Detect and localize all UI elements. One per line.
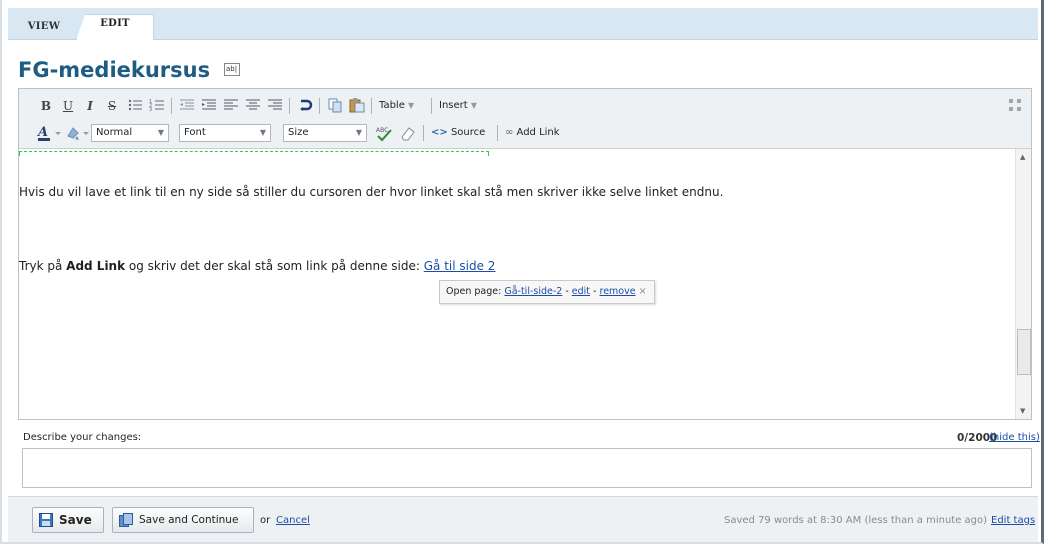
- popup-separator: -: [590, 286, 600, 297]
- table-menu[interactable]: Table ▼: [379, 99, 414, 113]
- toolbar-separator: [497, 125, 498, 141]
- describe-changes-label: Describe your changes:: [23, 432, 142, 443]
- font-color-icon[interactable]: A: [36, 124, 67, 142]
- hide-this-link[interactable]: (hide this): [989, 432, 1040, 443]
- chevron-down-icon: ▼: [157, 128, 165, 137]
- source-button[interactable]: <> Source: [431, 126, 485, 140]
- svg-text:ABC: ABC: [376, 127, 388, 134]
- size-select-value: Size: [288, 127, 309, 138]
- open-page-link[interactable]: Gå-til-side-2: [504, 286, 562, 297]
- or-text: or: [260, 515, 271, 526]
- outdent-icon[interactable]: [179, 97, 195, 115]
- toolbar-separator: [319, 98, 320, 114]
- chevron-down-icon: ▼: [408, 101, 415, 110]
- undo-icon[interactable]: [297, 97, 313, 115]
- paste-icon[interactable]: [349, 97, 365, 115]
- remove-link[interactable]: remove: [600, 286, 636, 297]
- toolbar-separator: [431, 98, 432, 114]
- toolbar-separator: [171, 98, 172, 114]
- paragraph-2: Tryk på Add Link og skriv det der skal s…: [19, 259, 495, 273]
- table-menu-label: Table: [379, 100, 405, 111]
- paragraph-2-middle: og skriv det der skal stå som link på de…: [125, 259, 424, 273]
- save-continue-label: Save and Continue: [139, 514, 239, 526]
- strikethrough-button[interactable]: S: [105, 97, 119, 115]
- page-title: FG-mediekursus: [18, 58, 211, 82]
- link-icon: ∞: [505, 127, 514, 138]
- toolbar-separator: [423, 125, 424, 141]
- editor-toolbar: B U I S 123 Table ▼ Insert ▼ A Normal ▼ …: [19, 89, 1031, 149]
- edit-tags-link[interactable]: Edit tags: [991, 515, 1035, 526]
- tab-view[interactable]: VIEW: [14, 14, 74, 40]
- toolbar-separator: [289, 98, 290, 114]
- paragraph-1: Hvis du vil lave et link til en ny side …: [19, 185, 724, 199]
- save-label: Save: [59, 513, 92, 527]
- close-icon[interactable]: ×: [639, 286, 647, 297]
- saved-status: Saved 79 words at 8:30 AM (less than a m…: [724, 515, 988, 526]
- format-select[interactable]: Normal ▼: [91, 124, 169, 142]
- save-continue-icon: [119, 513, 133, 527]
- rich-text-editor: B U I S 123 Table ▼ Insert ▼ A Normal ▼ …: [18, 88, 1032, 420]
- eraser-icon[interactable]: [399, 124, 417, 142]
- scroll-down-icon[interactable]: ▼: [1020, 407, 1025, 415]
- chevron-down-icon: ▼: [259, 128, 267, 137]
- add-link-label: Add Link: [516, 127, 560, 138]
- bottom-bar: Save Save and Continue or Cancel Saved 7…: [8, 496, 1038, 542]
- svg-text:3: 3: [149, 107, 152, 113]
- cancel-link[interactable]: Cancel: [276, 515, 310, 526]
- popup-prefix: Open page:: [446, 286, 505, 297]
- source-icon: <>: [431, 127, 448, 138]
- font-select-value: Font: [184, 127, 206, 138]
- italic-button[interactable]: I: [83, 97, 97, 115]
- tab-bar: VIEW EDIT: [8, 8, 1038, 40]
- editor-content[interactable]: Hvis du vil lave et link til en ny side …: [19, 149, 1031, 419]
- numbered-list-icon[interactable]: 123: [149, 97, 165, 115]
- edit-link[interactable]: edit: [572, 286, 590, 297]
- font-select[interactable]: Font ▼: [179, 124, 271, 142]
- align-right-icon[interactable]: [267, 97, 283, 115]
- describe-changes-input[interactable]: [22, 448, 1032, 488]
- svg-text:A: A: [37, 125, 48, 140]
- save-button[interactable]: Save: [32, 507, 104, 533]
- format-select-value: Normal: [96, 127, 133, 138]
- editor-window: VIEW EDIT FG-mediekursus ab| B U I S 123: [0, 0, 1044, 544]
- copy-icon[interactable]: [327, 97, 343, 115]
- scroll-up-icon[interactable]: ▲: [1020, 153, 1025, 161]
- paragraph-2-bold: Add Link: [66, 259, 126, 273]
- bulleted-list-icon[interactable]: [127, 97, 143, 115]
- source-label: Source: [450, 127, 486, 138]
- underline-button[interactable]: U: [61, 97, 75, 115]
- popup-separator: -: [562, 286, 572, 297]
- save-and-continue-button[interactable]: Save and Continue: [112, 507, 254, 533]
- align-center-icon[interactable]: [245, 97, 261, 115]
- indent-icon[interactable]: [201, 97, 217, 115]
- editor-scrollbar[interactable]: ▲ ▼: [1015, 149, 1031, 419]
- spellcheck-icon[interactable]: ABC: [375, 124, 393, 142]
- toolbar-separator: [371, 98, 372, 114]
- chevron-down-icon: ▼: [470, 101, 478, 110]
- rename-title-icon[interactable]: ab|: [224, 63, 240, 76]
- insert-menu[interactable]: Insert ▼: [439, 99, 477, 113]
- chevron-down-icon: ▼: [355, 128, 363, 137]
- section-marker: [19, 151, 489, 156]
- bold-button[interactable]: B: [39, 97, 53, 115]
- floppy-disk-icon: [39, 513, 53, 527]
- align-left-icon[interactable]: [223, 97, 239, 115]
- scroll-thumb[interactable]: [1017, 329, 1031, 375]
- add-link-button[interactable]: ∞ Add Link: [505, 126, 560, 140]
- tab-edit[interactable]: EDIT: [76, 14, 154, 40]
- content-link[interactable]: Gå til side 2: [424, 259, 496, 273]
- link-popup: Open page: Gå-til-side-2 - edit - remove…: [439, 280, 655, 304]
- size-select[interactable]: Size ▼: [283, 124, 367, 142]
- paragraph-2-prefix: Tryk på: [19, 259, 67, 273]
- maximize-icon[interactable]: [1007, 97, 1023, 115]
- insert-menu-label: Insert: [439, 100, 468, 111]
